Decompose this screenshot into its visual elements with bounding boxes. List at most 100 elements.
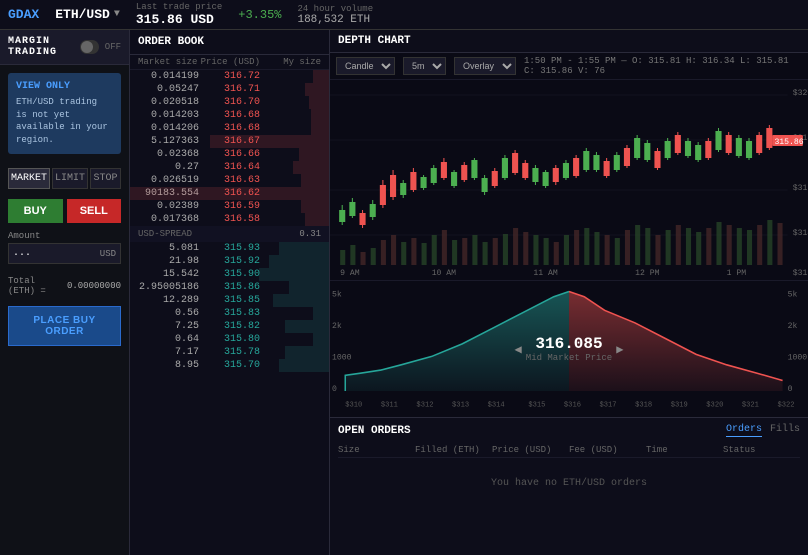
view-only-title: VIEW ONLY: [16, 81, 113, 92]
amount-input[interactable]: ... USD: [8, 243, 121, 264]
svg-text:9 AM: 9 AM: [340, 269, 360, 278]
ask-row[interactable]: 0.05247 316.71: [130, 83, 329, 96]
interval-select[interactable]: 5m: [403, 57, 446, 75]
total-value: 0.00000000: [67, 281, 121, 291]
svg-text:12 PM: 12 PM: [635, 269, 660, 278]
tab-stop[interactable]: STOP: [90, 168, 121, 189]
ask-price: 316.58: [199, 214, 260, 225]
bid-row[interactable]: 2.95005186 315.86: [130, 281, 329, 294]
bid-row[interactable]: 8.95 315.70: [130, 359, 329, 372]
tab-orders[interactable]: Orders: [726, 424, 762, 437]
ask-row[interactable]: 0.02368 316.66: [130, 148, 329, 161]
mid-price-controls: ◀ 316.085 Mid Market Price ▶: [515, 335, 624, 363]
col-my-size: My size: [260, 57, 321, 67]
svg-text:$318: $318: [635, 402, 652, 410]
svg-text:$310: $310: [345, 402, 362, 410]
ask-price: 316.66: [199, 149, 260, 160]
chart-type-select[interactable]: Candle: [336, 57, 395, 75]
svg-text:$314: $314: [793, 229, 808, 238]
bid-price: 315.85: [199, 295, 260, 306]
ask-row[interactable]: 5.127363 316.67: [130, 135, 329, 148]
ask-price: 316.63: [199, 175, 260, 186]
ask-size: 0.05247: [138, 84, 199, 95]
margin-toggle-bar: MARGIN TRADING OFF: [0, 30, 129, 65]
ask-price: 316.72: [199, 71, 260, 82]
svg-text:5k: 5k: [788, 290, 798, 300]
bid-price: 315.92: [199, 256, 260, 267]
bid-price: 315.82: [199, 321, 260, 332]
col-time: Time: [646, 445, 723, 455]
mid-price-right-arrow[interactable]: ▶: [616, 342, 623, 357]
ask-row[interactable]: 0.014199 316.72: [130, 70, 329, 83]
svg-text:315.86: 315.86: [774, 138, 803, 147]
left-panel: MARGIN TRADING OFF VIEW ONLY ETH/USD tra…: [0, 30, 130, 555]
svg-text:2k: 2k: [788, 321, 798, 331]
price-change: +3.35%: [238, 8, 281, 22]
spread-row: USD-SPREAD 0.31: [130, 226, 329, 242]
col-size: Size: [338, 445, 415, 455]
bid-row[interactable]: 7.17 315.78: [130, 346, 329, 359]
svg-text:$322: $322: [777, 402, 794, 410]
svg-text:0: 0: [332, 385, 337, 394]
ask-size: 0.014199: [138, 71, 199, 82]
view-only-text: ETH/USD trading is not yet available in …: [16, 96, 113, 146]
chart-ohlc-info: 1:50 PM - 1:55 PM — O: 315.81 H: 316.34 …: [524, 56, 802, 76]
overlay-select[interactable]: Overlay: [454, 57, 516, 75]
bid-size: 5.081: [138, 243, 199, 254]
margin-trading-label: MARGIN TRADING: [8, 36, 74, 58]
svg-text:$320: $320: [706, 402, 723, 410]
bid-price: 315.83: [199, 308, 260, 319]
open-orders-title: OPEN ORDERS: [338, 425, 411, 437]
order-type-tabs: MARKET LIMIT STOP: [8, 168, 121, 189]
open-orders-tabs: Orders Fills: [726, 424, 800, 437]
ask-row[interactable]: 0.02389 316.59: [130, 200, 329, 213]
ask-row[interactable]: 0.014206 316.68: [130, 122, 329, 135]
bid-row[interactable]: 0.64 315.80: [130, 333, 329, 346]
col-price: Price (USD): [199, 57, 260, 67]
bid-price: 315.78: [199, 347, 260, 358]
volume: 24 hour volume 188,532 ETH: [297, 4, 373, 26]
ask-row[interactable]: 90183.554 316.62: [130, 187, 329, 200]
bid-price: 315.90: [199, 269, 260, 280]
open-orders-columns: Size Filled (ETH) Price (USD) Fee (USD) …: [338, 443, 800, 458]
sell-button[interactable]: SELL: [67, 199, 122, 223]
candle-chart-area: $320 $318 $316 $314 $312: [330, 80, 808, 280]
depth-chart-header: DEPTH CHART: [330, 30, 808, 53]
trading-pair[interactable]: ETH/USD ▼: [55, 7, 120, 22]
bid-row[interactable]: 15.542 315.90: [130, 268, 329, 281]
ask-row[interactable]: 0.017368 316.58: [130, 213, 329, 226]
bid-row[interactable]: 12.289 315.85: [130, 294, 329, 307]
bid-row[interactable]: 0.56 315.83: [130, 307, 329, 320]
empty-orders-message: You have no ETH/USD orders: [338, 458, 800, 509]
tab-market[interactable]: MARKET: [8, 168, 50, 189]
place-buy-order-button[interactable]: PLACE BUY ORDER: [8, 306, 121, 346]
logo: GDAX: [8, 7, 39, 22]
ask-row[interactable]: 0.27 316.64: [130, 161, 329, 174]
ask-row[interactable]: 0.026519 316.63: [130, 174, 329, 187]
col-market-size: Market size: [138, 57, 199, 67]
depth-chart-panel: DEPTH CHART Candle 5m Overlay 1:50 PM - …: [330, 30, 808, 555]
tab-fills[interactable]: Fills: [770, 424, 800, 437]
col-status: Status: [723, 445, 800, 455]
ask-price: 316.71: [199, 84, 260, 95]
bid-row[interactable]: 7.25 315.82: [130, 320, 329, 333]
bid-row[interactable]: 5.081 315.93: [130, 242, 329, 255]
bid-price: 315.70: [199, 360, 260, 371]
ask-size: 0.27: [138, 162, 199, 173]
buy-button[interactable]: BUY: [8, 199, 63, 223]
svg-text:1000: 1000: [332, 353, 352, 362]
pair-dropdown-arrow: ▼: [114, 9, 120, 20]
buy-sell-toggle: BUY SELL: [8, 199, 121, 223]
svg-text:$316: $316: [793, 184, 808, 193]
ask-row[interactable]: 0.014203 316.68: [130, 109, 329, 122]
spread-value: 0.31: [299, 229, 321, 239]
margin-toggle-switch[interactable]: [80, 40, 99, 54]
depth-chart-title: DEPTH CHART: [338, 35, 411, 47]
ask-size: 0.02389: [138, 201, 199, 212]
bid-row[interactable]: 21.98 315.92: [130, 255, 329, 268]
mid-price-display: ◀ 316.085 Mid Market Price ▶: [515, 335, 624, 363]
ask-row[interactable]: 0.020518 316.70: [130, 96, 329, 109]
mid-price-left-arrow[interactable]: ◀: [515, 342, 522, 357]
tab-limit[interactable]: LIMIT: [52, 168, 88, 189]
svg-text:10 AM: 10 AM: [432, 269, 457, 278]
